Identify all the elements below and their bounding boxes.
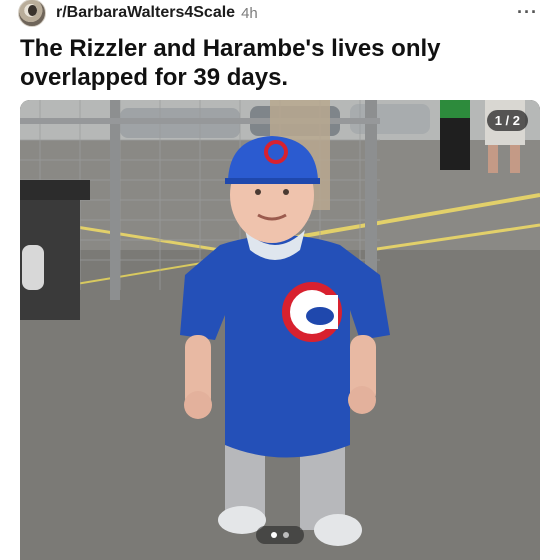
more-options-icon[interactable]: ··· bbox=[517, 2, 538, 23]
post-title[interactable]: The Rizzler and Harambe's lives only ove… bbox=[20, 34, 540, 92]
photo-illustration bbox=[20, 100, 540, 560]
gallery-counter: 1 / 2 bbox=[486, 110, 528, 131]
subreddit-avatar-icon[interactable] bbox=[18, 0, 46, 27]
subreddit-name[interactable]: r/BarbaraWalters4Scale bbox=[56, 4, 235, 22]
gallery-dot-1[interactable] bbox=[271, 532, 277, 538]
gallery-dot-2[interactable] bbox=[283, 532, 289, 538]
post-header: r/BarbaraWalters4Scale 4h ··· bbox=[18, 0, 544, 27]
post-age: 4h bbox=[241, 4, 258, 22]
gallery-dots[interactable] bbox=[256, 526, 304, 544]
post-image[interactable]: 1 / 2 bbox=[20, 100, 540, 560]
